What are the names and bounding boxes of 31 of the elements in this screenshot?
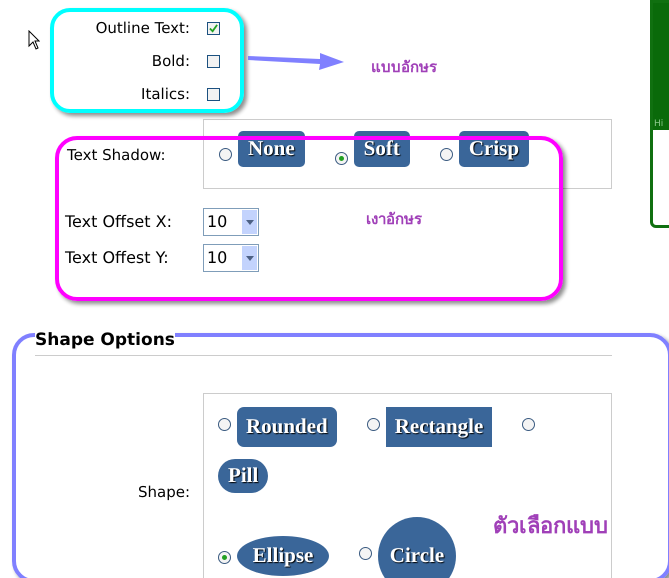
shape-style-button[interactable]: Pill	[218, 458, 268, 492]
cursor-icon	[28, 30, 40, 50]
radio-button[interactable]	[334, 152, 348, 165]
checkbox[interactable]	[207, 55, 220, 68]
annotation-text: ตัวเลือกแบบ	[493, 513, 608, 541]
shape-style-button[interactable]: Rounded	[237, 406, 337, 446]
radio-button[interactable]	[219, 148, 232, 161]
annotation-text: เงาอักษร	[366, 209, 422, 230]
radio-button[interactable]	[366, 418, 380, 432]
option-label: Text Offest Y:	[64, 247, 170, 269]
radio-button[interactable]	[218, 551, 231, 564]
option-label: Text Offset X:	[64, 211, 173, 233]
checkbox[interactable]	[207, 22, 220, 35]
annotation-text: แบบอักษร	[371, 57, 437, 78]
shape-style-button[interactable]: Ellipse	[237, 536, 329, 576]
option-label: Bold:	[150, 51, 190, 72]
shape-style-button[interactable]: Rectangle	[386, 406, 492, 446]
offset-dropdown[interactable]: 10	[203, 244, 259, 272]
radio-button[interactable]	[359, 547, 372, 560]
shape-style-button[interactable]: Circle	[378, 516, 456, 578]
panel-title: Hi	[653, 118, 669, 130]
option-label: Shape:	[136, 482, 190, 504]
radio-button[interactable]	[218, 418, 231, 432]
radio-button[interactable]	[440, 148, 453, 161]
option-label: Outline Text:	[94, 18, 190, 40]
option-label: Italics:	[140, 84, 190, 106]
option-label: Text Shadow:	[66, 145, 167, 166]
radio-button[interactable]	[522, 418, 536, 432]
checkbox[interactable]	[207, 88, 220, 101]
section-heading: Shape Options	[35, 330, 175, 350]
offset-dropdown[interactable]: 10	[203, 208, 259, 236]
